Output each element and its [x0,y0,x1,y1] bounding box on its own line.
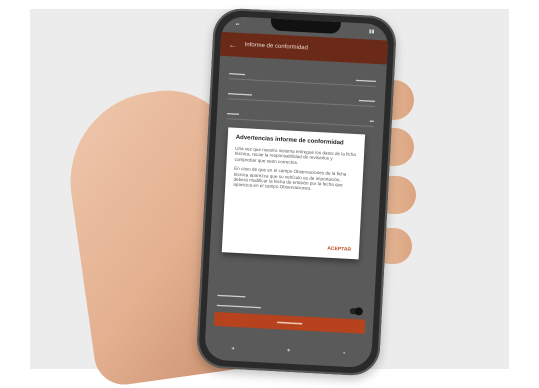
row-value-placeholder: ▬▬▬▬ [358,96,376,103]
form-row[interactable]: ▬▬▬ ▬ [226,106,375,127]
nav-home-icon[interactable]: ● [287,348,291,354]
row-value-placeholder: ▬▬▬▬▬ [355,76,377,83]
dialog-paragraph-1: Una vez que nuestro sistema entregue los… [234,145,356,165]
accept-button[interactable]: ACEPTAR [327,246,351,253]
form-row[interactable]: ▬▬▬▬ ▬▬▬▬▬ [228,66,377,87]
nav-back-icon[interactable]: ◂ [231,344,234,351]
dialog-paragraph-2: En caso de que en el campo Observaciones… [233,165,347,192]
form-option-label: ▬▬▬▬▬▬▬▬▬▬▬ [216,301,262,310]
nav-recents-icon[interactable]: ▪ [343,351,345,357]
option-toggle[interactable] [349,307,362,315]
phone-device: ▪▪ ▮▮ ← Informe de conformidad ▬▬▬▬ ▬▬▬▬… [195,7,398,377]
submit-label-placeholder: ▬▬▬▬▬ [277,319,303,327]
system-nav-bar: ◂ ● ▪ [204,339,372,362]
submit-button[interactable]: ▬▬▬▬▬ [213,311,366,334]
form-row[interactable]: ▬▬▬▬▬▬ ▬▬▬▬ [227,86,376,107]
row-label-placeholder: ▬▬▬▬▬▬ [227,89,253,97]
status-time-icon: ▪▪ [235,21,240,28]
form-hint-text: ▬▬▬▬▬▬▬ [217,292,246,299]
status-signal-icon: ▮▮ [368,28,375,35]
row-label-placeholder: ▬▬▬ [226,109,240,116]
conformity-warning-dialog: Advertencias informe de conformidad Una … [221,127,366,260]
app-title: Informe de conformidad [244,42,309,52]
phone-screen: ▪▪ ▮▮ ← Informe de conformidad ▬▬▬▬ ▬▬▬▬… [204,15,389,369]
row-value-placeholder: ▬ [369,117,375,123]
back-arrow-icon[interactable]: ← [228,40,236,49]
row-label-placeholder: ▬▬▬▬ [229,69,246,76]
